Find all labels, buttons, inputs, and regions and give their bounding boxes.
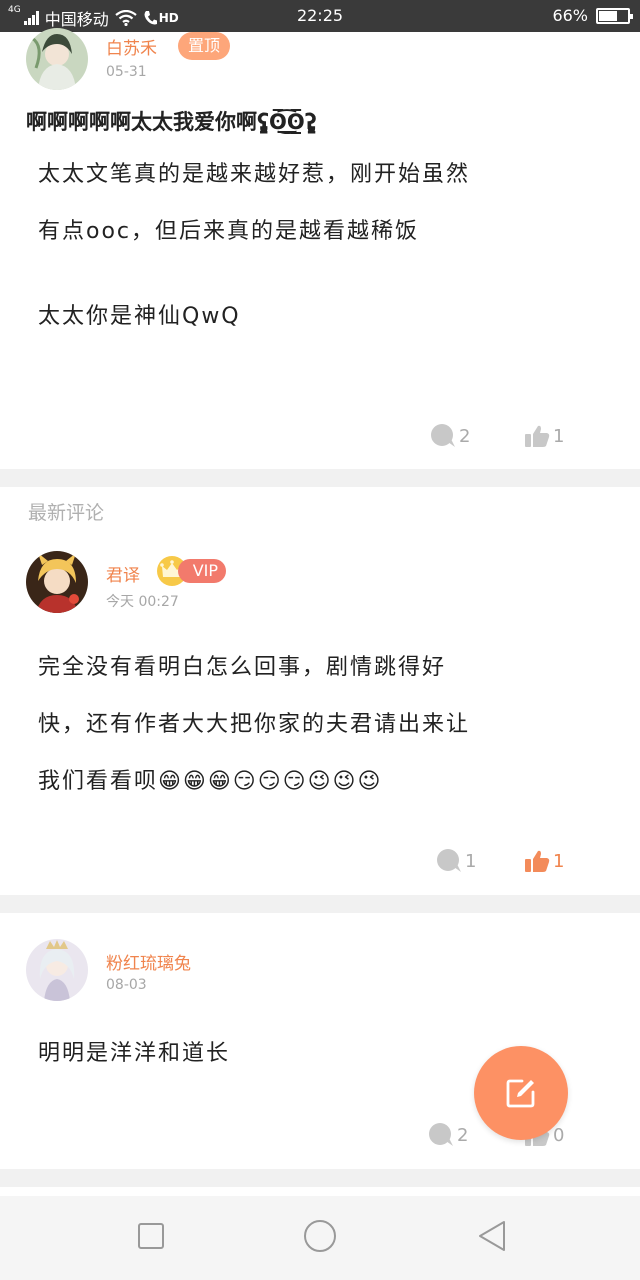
comment-body-line: 我们看看呗😁😁😁😏😏😏😉😉😉 <box>38 769 383 794</box>
battery-percent: 66% <box>552 6 588 25</box>
comment-reply-count: 2 <box>457 1124 469 1146</box>
post-body: 太太文笔真的是越来越好惹，刚开始虽然 有点ooc，但后来真的是越看越稀饭 太太你… <box>38 146 598 345</box>
comment-reply-button[interactable]: 1 <box>436 849 476 873</box>
comment-like-count: 0 <box>553 1124 565 1146</box>
square-icon <box>138 1223 164 1249</box>
nav-home-button[interactable] <box>300 1216 340 1256</box>
status-bar: 4G 中国移动 HD 22:25 66% <box>0 0 640 32</box>
post-author-name[interactable]: 白苏禾 <box>106 34 157 59</box>
comment-date: 今天 00:27 <box>106 594 179 610</box>
comment-author-name[interactable]: 君译 <box>106 561 140 586</box>
post-card: 白苏禾 置顶 05-31 啊啊啊啊啊太太我爱你啊ʕ̡̢̡ʘ̅͟͜͡ʘ̲̅ʔ̢̡̢… <box>0 28 640 469</box>
post-body-line: 太太你是神仙QwQ <box>38 304 241 329</box>
triangle-back-icon <box>479 1221 505 1251</box>
pinned-badge: 置顶 <box>178 32 231 60</box>
comment-like-count: 1 <box>553 850 565 872</box>
avatar[interactable] <box>26 939 88 1001</box>
post-title: 啊啊啊啊啊太太我爱你啊ʕ̡̢̡ʘ̅͟͜͡ʘ̲̅ʔ̢̡̢ <box>26 110 317 134</box>
comment-body-line: 完全没有看明白怎么回事，剧情跳得好 <box>38 655 447 680</box>
nav-back-button[interactable] <box>472 1216 512 1256</box>
comment-reply-button[interactable]: 2 <box>428 1123 468 1147</box>
compose-icon <box>506 1079 535 1108</box>
avatar[interactable] <box>26 551 88 613</box>
post-body-line: 太太文笔真的是越来越好惹，刚开始虽然 <box>38 162 471 187</box>
comment-body-line: 快，还有作者大大把你家的夫君请出来让 <box>38 712 471 737</box>
comment-bubble-icon <box>431 424 455 447</box>
status-right: 66% <box>552 6 633 25</box>
post-body-line <box>38 260 598 288</box>
post-like-button[interactable]: 1 <box>524 424 564 448</box>
avatar[interactable] <box>26 28 88 90</box>
post-body-line: 有点ooc，但后来真的是越看越稀饭 <box>38 219 420 244</box>
vip-label: VIP <box>178 559 226 583</box>
comment-author-name[interactable]: 粉红琉璃兔 <box>106 949 191 974</box>
comment-date: 08-03 <box>106 977 147 993</box>
comment-reply-count: 1 <box>465 850 477 872</box>
list-continuation <box>0 1187 640 1196</box>
post-like-count: 1 <box>553 425 565 447</box>
post-comment-button[interactable]: 2 <box>430 424 470 448</box>
post-comment-count: 2 <box>459 425 471 447</box>
circle-icon <box>304 1220 336 1252</box>
comment-like-button[interactable]: 1 <box>524 849 564 873</box>
latest-comments-label: 最新评论 <box>28 502 105 524</box>
compose-button[interactable] <box>474 1046 568 1140</box>
battery-icon <box>596 7 633 24</box>
comment-card: 君译 今天 00:27 完全没有看明白怎么回事，剧情跳得好 快，还有作者大大把你… <box>0 529 640 895</box>
comment-bubble-icon <box>437 849 461 872</box>
vip-badge: VIP <box>156 556 228 586</box>
comment-body: 完全没有看明白怎么回事，剧情跳得好 快，还有作者大大把你家的夫君请出来让 我们看… <box>38 639 598 810</box>
post-date: 05-31 <box>106 64 147 80</box>
nav-recent-button[interactable] <box>131 1216 171 1256</box>
comment-bubble-icon <box>429 1123 453 1146</box>
thumbs-up-icon <box>525 425 550 447</box>
system-nav-bar <box>0 1196 640 1280</box>
thumbs-up-icon <box>525 850 550 872</box>
status-time: 22:25 <box>296 6 344 25</box>
